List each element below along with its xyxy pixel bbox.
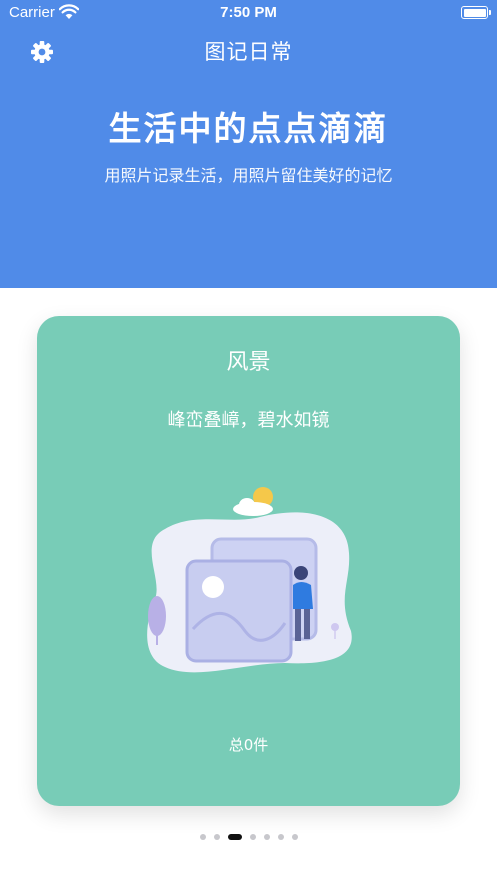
page-dot[interactable] [291, 834, 298, 840]
page-dot[interactable] [249, 834, 256, 840]
page-dot-active[interactable] [227, 834, 242, 840]
category-card[interactable]: 风景 峰峦叠嶂，碧水如镜 总0件 [37, 316, 460, 806]
page-dot[interactable] [263, 834, 270, 840]
app-screen: Carrier 7:50 PM 图记日常 生活中的点点滴滴 用照片记录生活，用照… [0, 0, 497, 883]
photo-gallery-illustration [147, 487, 352, 673]
card-title: 风景 [226, 350, 271, 375]
page-dot[interactable] [277, 834, 284, 840]
battery-icon [461, 6, 491, 19]
clock: 7:50 PM [220, 4, 277, 21]
header: Carrier 7:50 PM 图记日常 生活中的点点滴滴 用照片记录生活，用照… [0, 0, 497, 288]
status-bar: Carrier 7:50 PM [0, 0, 497, 26]
subline: 用照片记录生活，用照片留住美好的记忆 [104, 166, 393, 185]
page-dot[interactable] [199, 834, 206, 840]
headline: 生活中的点点滴滴 [108, 109, 389, 148]
page-dot[interactable] [213, 834, 220, 840]
card-subtitle: 峰峦叠嶂，碧水如镜 [167, 410, 330, 431]
page-indicator[interactable] [0, 832, 497, 842]
item-count: 总0件 [228, 736, 269, 754]
app-title: 图记日常 [204, 40, 293, 64]
